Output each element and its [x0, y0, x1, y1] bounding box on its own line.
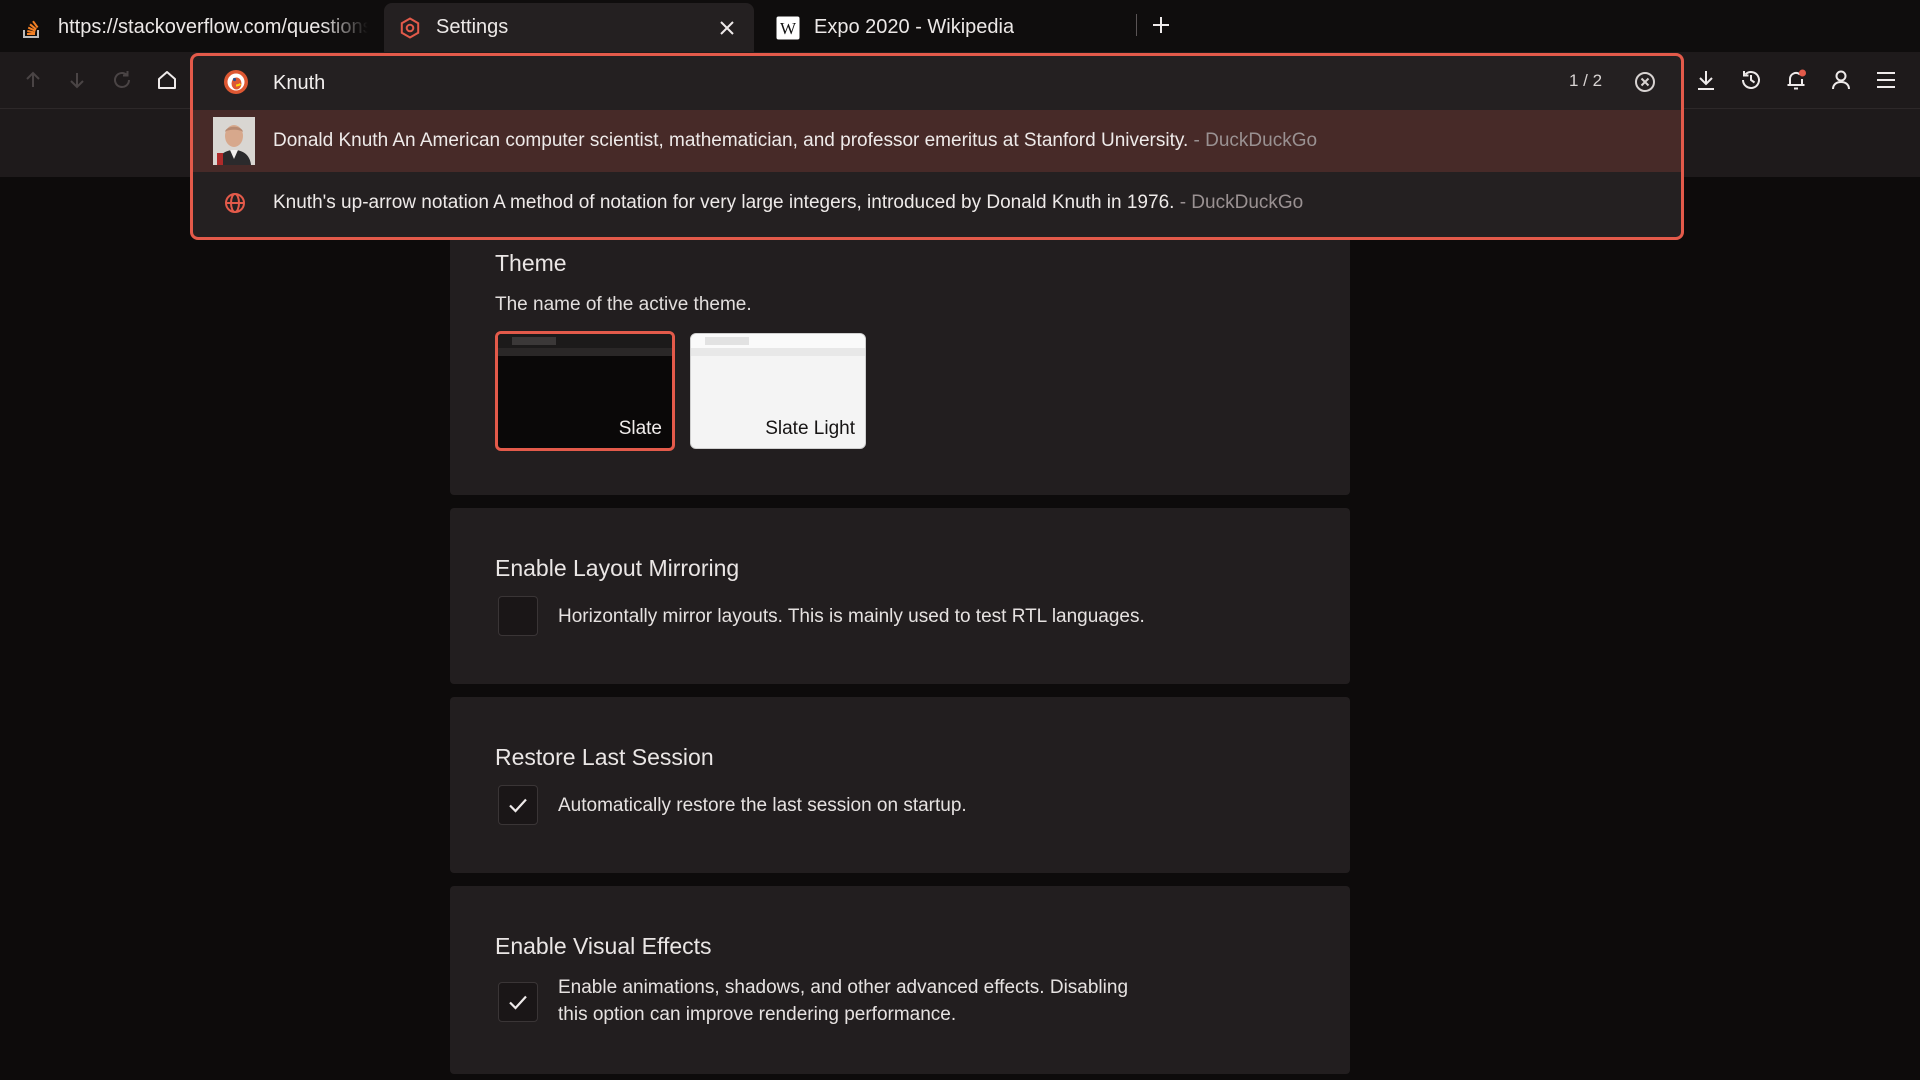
theme-setting-card: Theme The name of the active theme. Slat… — [450, 208, 1350, 495]
theme-option-slate-light[interactable]: Slate Light — [690, 333, 866, 449]
visual-effects-card: Enable Visual Effects Enable animations,… — [450, 886, 1350, 1074]
omnibox-row: 1 / 2 — [193, 56, 1681, 110]
theme-preview-toolbar — [691, 348, 865, 356]
svg-text:W: W — [780, 19, 797, 38]
checkbox-label-line2: this option can improve rendering perfor… — [558, 1004, 957, 1025]
checkbox-label: Automatically restore the last session o… — [558, 795, 967, 816]
theme-preview-tab — [512, 337, 556, 345]
restore-session-checkbox[interactable] — [498, 785, 538, 825]
address-bar-input[interactable] — [273, 66, 1473, 100]
stackoverflow-icon — [20, 16, 44, 40]
setting-title: Enable Layout Mirroring — [495, 555, 740, 581]
tab-strip: https://stackoverflow.com/questions Sett… — [0, 0, 1920, 52]
download-icon[interactable] — [1690, 64, 1722, 96]
layout-mirroring-card: Enable Layout Mirroring Horizontally mir… — [450, 508, 1350, 684]
suggestion-item[interactable]: Donald Knuth An American computer scient… — [193, 110, 1681, 172]
restore-session-card: Restore Last Session Automatically resto… — [450, 697, 1350, 873]
theme-option-label: Slate — [618, 418, 662, 439]
checkbox-label: Enable animations, shadows, and other ad… — [558, 974, 1128, 1028]
suggestion-source: - DuckDuckGo — [1188, 130, 1318, 151]
checkbox-label-line1: Enable animations, shadows, and other ad… — [558, 977, 1129, 998]
clear-input-icon[interactable] — [1631, 68, 1659, 96]
tab-divider — [1136, 14, 1137, 36]
close-tab-icon[interactable] — [712, 13, 742, 43]
setting-title: Enable Visual Effects — [495, 933, 712, 959]
theme-option-label: Slate Light — [765, 418, 855, 439]
theme-preview-tab — [705, 337, 749, 345]
checkbox-label: Horizontally mirror layouts. This is mai… — [558, 606, 1145, 627]
notification-bell-icon[interactable] — [1780, 64, 1812, 96]
forward-arrow-icon[interactable] — [61, 64, 93, 96]
suggestion-text: Donald Knuth An American computer scient… — [273, 130, 1318, 151]
tab-label: Expo 2020 - Wikipedia — [814, 16, 1015, 38]
profile-icon[interactable] — [1825, 64, 1857, 96]
suggestion-item[interactable]: Knuth's up-arrow notation A method of no… — [193, 172, 1681, 234]
tab-settings[interactable]: Settings — [384, 3, 754, 52]
tab-stackoverflow[interactable]: https://stackoverflow.com/questions — [0, 3, 380, 52]
setting-title: Theme — [495, 250, 567, 276]
history-icon[interactable] — [1735, 64, 1767, 96]
wikipedia-icon: W — [776, 16, 800, 40]
setting-description: The name of the active theme. — [495, 294, 752, 315]
tab-label: https://stackoverflow.com/questions — [58, 16, 368, 38]
globe-icon — [224, 192, 246, 214]
visual-effects-checkbox[interactable] — [498, 982, 538, 1022]
duckduckgo-icon[interactable] — [223, 69, 249, 95]
suggestion-source: - DuckDuckGo — [1174, 192, 1304, 213]
new-tab-button[interactable] — [1146, 10, 1176, 40]
settings-hexagon-icon — [398, 16, 422, 40]
tab-label: Settings — [436, 16, 509, 38]
checkmark-icon — [509, 995, 527, 1010]
checkmark-icon — [509, 798, 527, 813]
layout-mirroring-checkbox[interactable] — [498, 596, 538, 636]
theme-preview-toolbar — [498, 348, 672, 356]
person-thumbnail — [213, 117, 255, 165]
setting-title: Restore Last Session — [495, 744, 714, 770]
match-counter: 1 / 2 — [1569, 71, 1603, 90]
theme-option-slate[interactable]: Slate — [495, 331, 675, 451]
home-icon[interactable] — [151, 64, 183, 96]
suggestion-text: Knuth's up-arrow notation A method of no… — [273, 192, 1304, 213]
tab-wikipedia[interactable]: W Expo 2020 - Wikipedia — [756, 3, 1136, 52]
reload-icon[interactable] — [106, 64, 138, 96]
back-arrow-icon[interactable] — [17, 64, 49, 96]
omnibox-popup: 1 / 2 Donald Knuth An American computer … — [190, 53, 1684, 240]
menu-icon[interactable] — [1870, 64, 1902, 96]
